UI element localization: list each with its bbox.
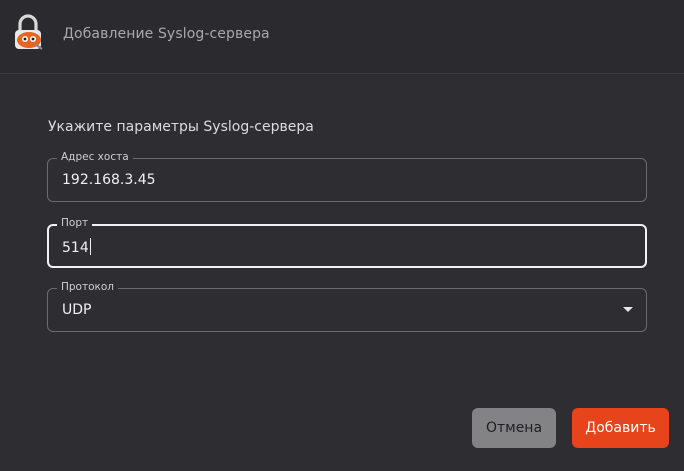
dropdown-arrow-icon[interactable] <box>623 307 633 312</box>
add-button[interactable]: Добавить <box>572 408 669 448</box>
title-bar: Добавление Syslog-сервера <box>0 0 684 74</box>
text-caret <box>89 238 91 255</box>
host-address-value[interactable]: 192.168.3.45 <box>62 172 156 188</box>
window-title: Добавление Syslog-сервера <box>63 26 270 42</box>
port-value-text[interactable]: 514 <box>62 240 89 256</box>
protocol-select[interactable]: Протокол UDP <box>47 280 647 332</box>
host-address-label: Адрес хоста <box>57 150 133 164</box>
protocol-value[interactable]: UDP <box>62 302 91 318</box>
port-field[interactable]: Порт 514 <box>47 216 647 268</box>
cancel-button[interactable]: Отмена <box>472 408 556 448</box>
host-address-field[interactable]: Адрес хоста 192.168.3.45 <box>47 150 647 202</box>
port-value[interactable]: 514 <box>62 238 91 256</box>
lock-app-icon <box>15 14 43 50</box>
form-prompt: Укажите параметры Syslog-сервера <box>48 119 314 135</box>
port-label: Порт <box>57 216 93 230</box>
protocol-label: Протокол <box>57 280 119 294</box>
